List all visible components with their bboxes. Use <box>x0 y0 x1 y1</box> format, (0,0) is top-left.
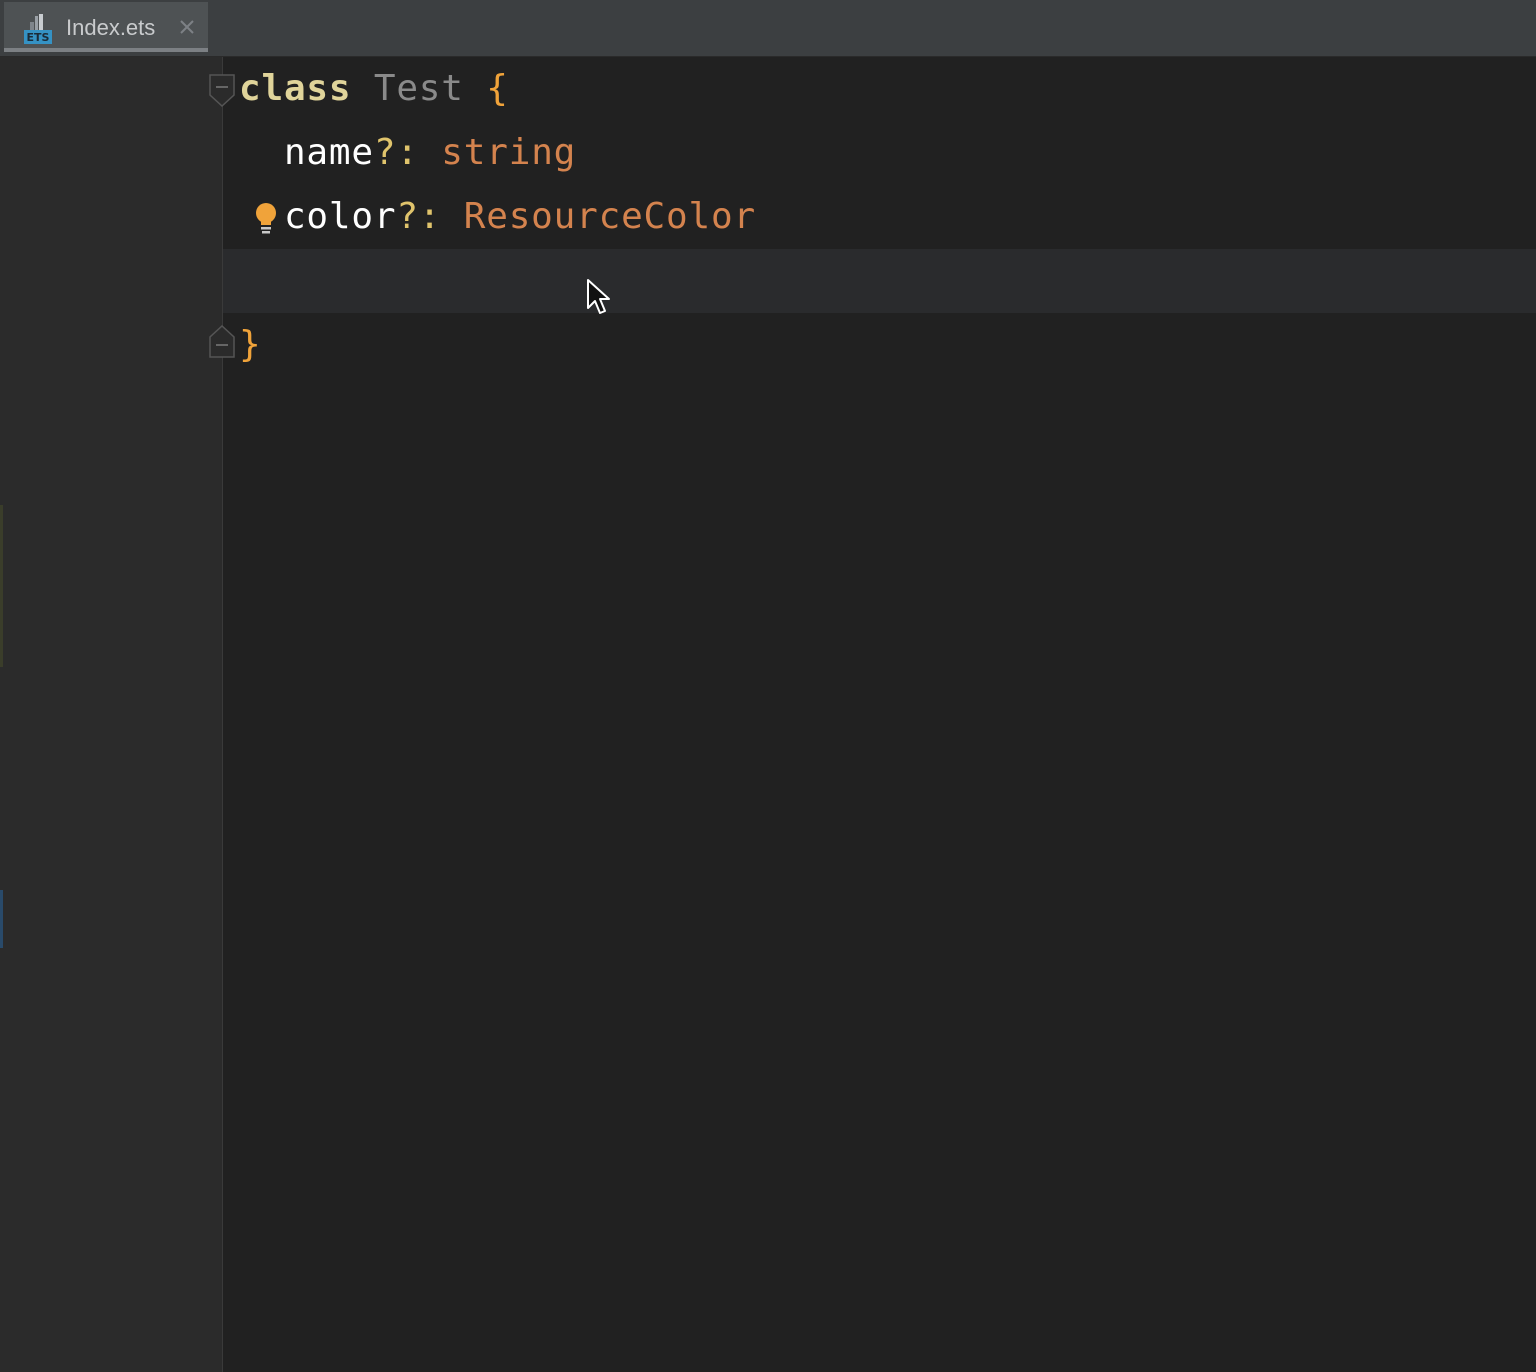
keyword-class: class <box>239 68 352 109</box>
field-color: color <box>283 196 397 237</box>
type-resource-color: ResourceColor <box>463 196 756 237</box>
optional-punct: ?: <box>373 132 419 173</box>
close-icon[interactable] <box>176 16 198 38</box>
optional-punct: ?: <box>396 196 442 237</box>
field-name: name <box>283 132 374 173</box>
class-name: Test <box>373 68 464 109</box>
tab-index-ets[interactable]: ETS Index.ets <box>4 2 208 52</box>
mouse-pointer-icon <box>587 279 610 314</box>
code-line-5: } <box>239 313 261 377</box>
code-line-1: class Test { <box>239 57 509 121</box>
fold-expand-icon[interactable] <box>209 325 235 359</box>
line-number-gutter[interactable] <box>0 57 222 1372</box>
code-line-3: color?: ResourceColor <box>239 185 756 249</box>
code-editor-window: ETS Index.ets 1 2 3 4 5 6 7 8 9 10 11 12… <box>0 0 1536 1372</box>
close-brace: } <box>239 324 262 365</box>
tab-label: Index.ets <box>66 15 156 40</box>
current-line-highlight <box>223 249 1536 313</box>
vcs-change-marker <box>0 890 3 948</box>
editor-tab-bar: ETS Index.ets <box>0 0 1536 57</box>
fold-collapse-icon[interactable] <box>209 73 235 107</box>
vcs-change-marker <box>0 505 3 667</box>
type-string: string <box>441 132 577 173</box>
open-brace: { <box>486 68 509 109</box>
code-line-2: name?: string <box>239 121 576 185</box>
svg-text:ETS: ETS <box>27 31 50 44</box>
ets-file-icon: ETS <box>24 14 52 44</box>
code-text-area[interactable]: class Test { name?: string color?: Resou… <box>209 57 1536 1372</box>
